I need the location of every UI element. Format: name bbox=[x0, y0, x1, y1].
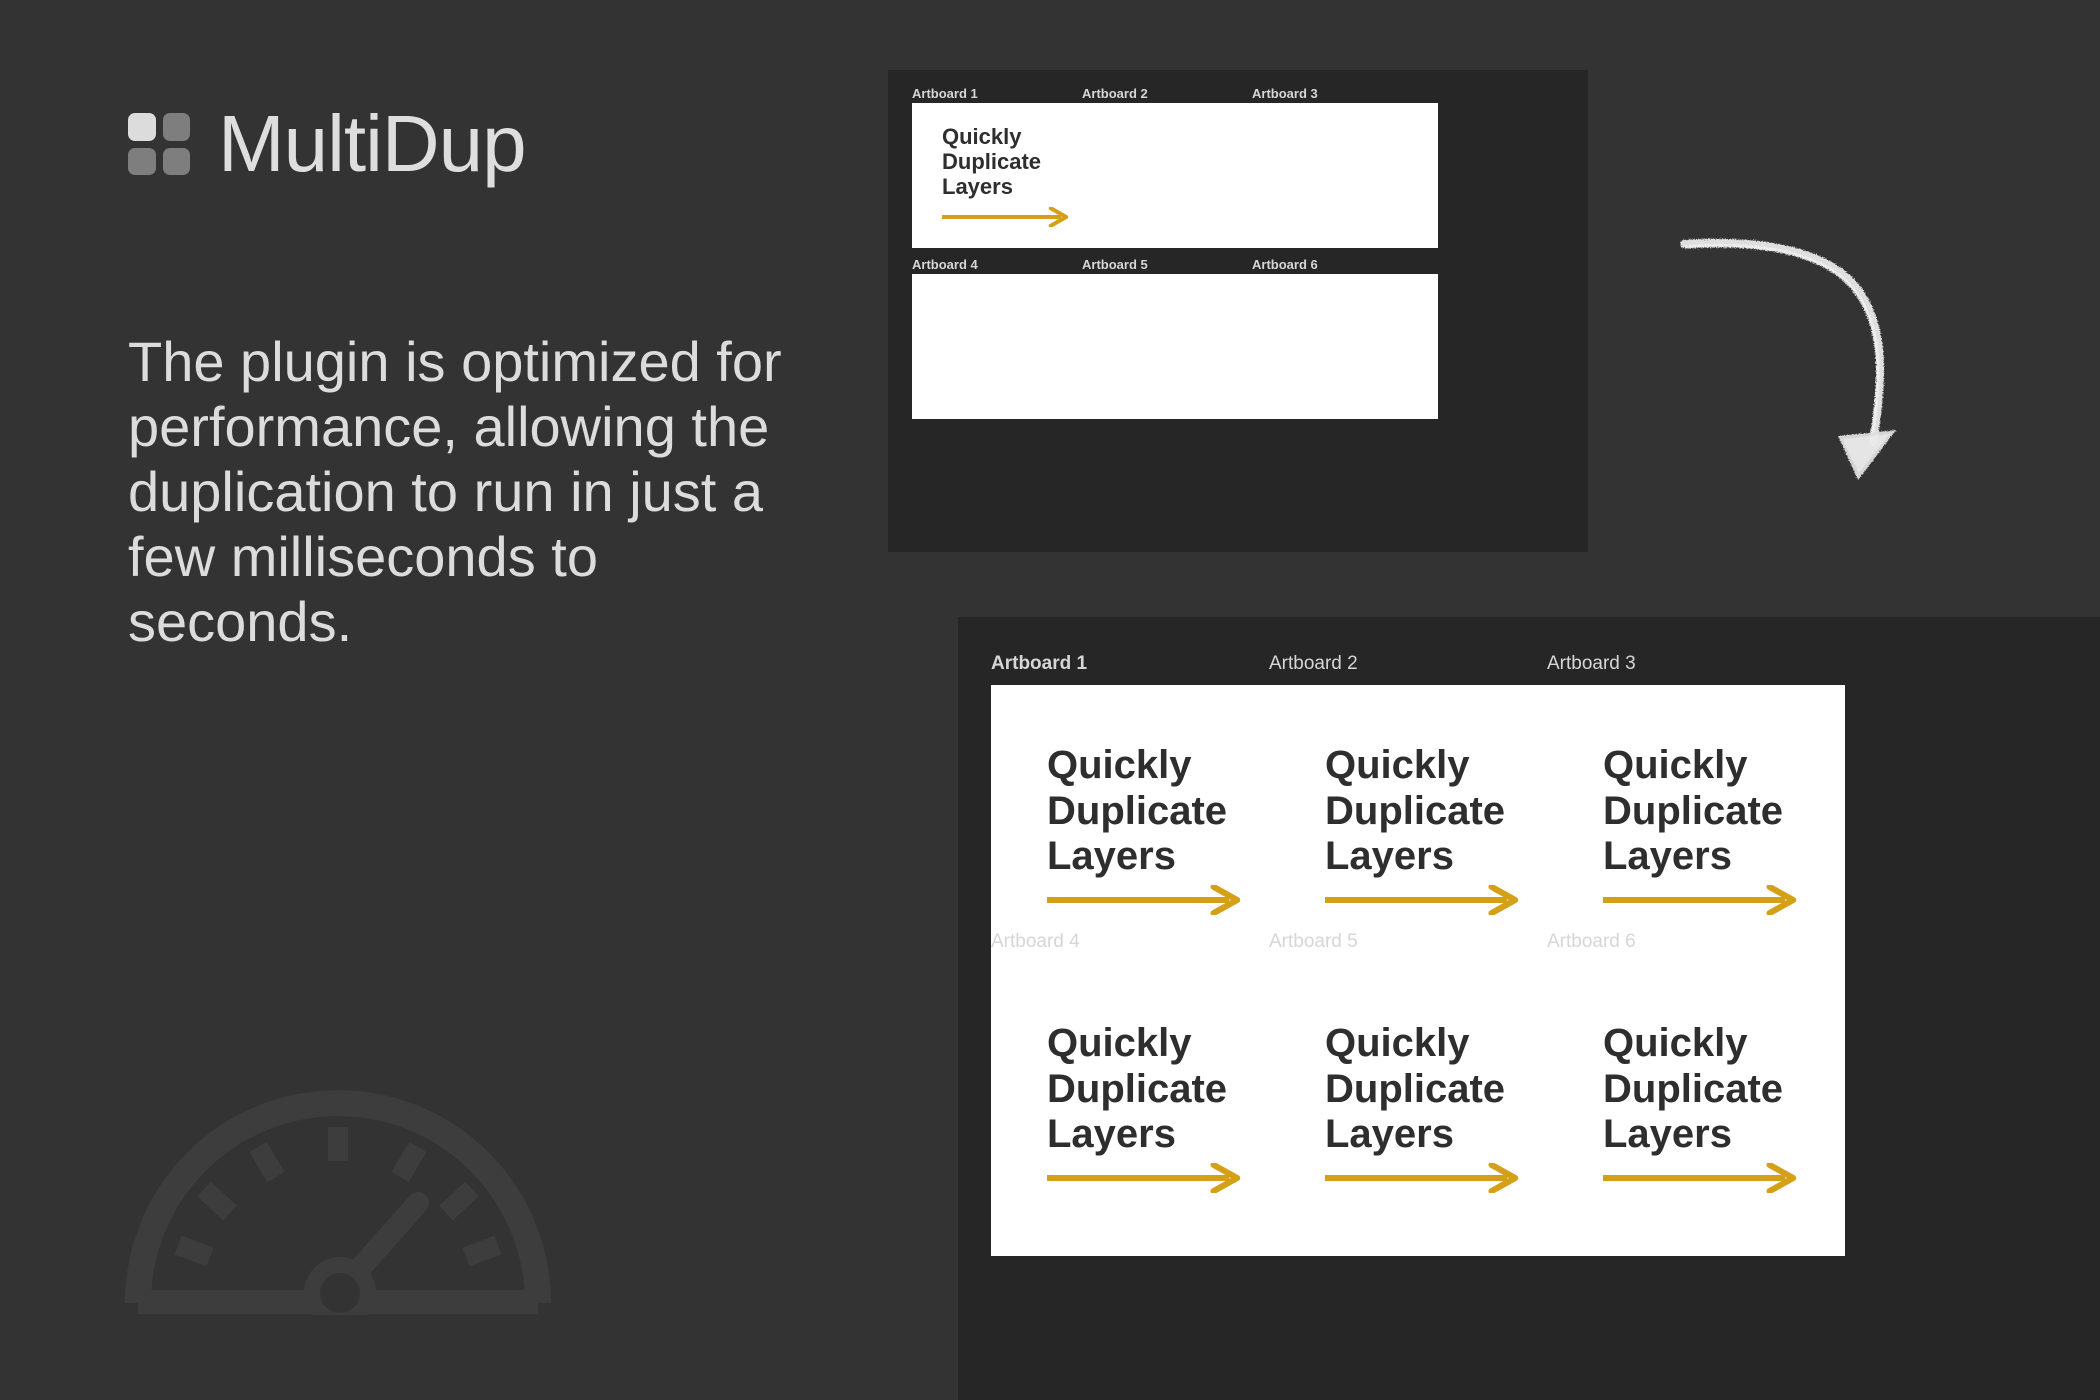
artboard-label: Artboard 5 bbox=[1082, 257, 1148, 272]
left-content-column: MultiDup The plugin is optimized for per… bbox=[0, 0, 900, 1400]
arrow-right-icon bbox=[1325, 883, 1521, 917]
artboard-canvas[interactable]: Quickly Duplicate Layers bbox=[1269, 963, 1567, 1256]
artboard-canvas[interactable]: Quickly Duplicate Layers bbox=[912, 103, 1098, 248]
artboard-canvas[interactable] bbox=[912, 274, 1098, 419]
artboard-label: Artboard 6 bbox=[1547, 931, 1636, 952]
artboard-cell[interactable]: Artboard 6 Quickly Duplicate Layers bbox=[1547, 931, 1845, 1256]
artboard-headline: Quickly Duplicate Layers bbox=[1603, 1021, 1784, 1157]
logo-cell-bottom-right bbox=[162, 147, 190, 175]
slide-canvas: MultiDup The plugin is optimized for per… bbox=[0, 0, 2100, 1400]
arrow-right-icon bbox=[1047, 1161, 1243, 1195]
artboard-label: Artboard 4 bbox=[912, 257, 978, 272]
speedometer-icon bbox=[118, 1085, 558, 1329]
curved-sketch-arrow-icon bbox=[1680, 228, 1980, 518]
artboard-cell[interactable]: Artboard 2 bbox=[1082, 86, 1268, 248]
artboard-cell[interactable]: Artboard 2 Quickly Duplicate Layers bbox=[1269, 653, 1567, 978]
artboard-cell[interactable]: Artboard 5 Quickly Duplicate Layers bbox=[1269, 931, 1567, 1256]
artboard-cell[interactable]: Artboard 4 bbox=[912, 257, 1098, 419]
artboard-cell[interactable]: Artboard 3 Quickly Duplicate Layers bbox=[1547, 653, 1845, 978]
artboard-canvas[interactable]: Quickly Duplicate Layers bbox=[991, 963, 1289, 1256]
source-artboards-panel: Artboard 1 Quickly Duplicate Layers Artboa… bbox=[888, 70, 1588, 552]
artboard-headline: Quickly Duplicate Layers bbox=[1603, 743, 1784, 879]
logo-cell-bottom-left bbox=[128, 147, 156, 175]
arrow-right-icon bbox=[942, 206, 1070, 228]
logo-cell-top-left bbox=[128, 113, 156, 141]
intro-paragraph: The plugin is optimized for performance,… bbox=[128, 330, 782, 653]
artboard-headline: Quickly Duplicate Layers bbox=[1047, 1021, 1228, 1157]
arrow-right-icon bbox=[1603, 883, 1799, 917]
brand-lockup: MultiDup bbox=[128, 99, 527, 188]
artboard-canvas[interactable] bbox=[1082, 274, 1268, 419]
artboard-headline: Quickly Duplicate Layers bbox=[1325, 743, 1506, 879]
artboard-headline: Quickly Duplicate Layers bbox=[1047, 743, 1228, 879]
logo-cell-top-right bbox=[162, 113, 190, 141]
artboard-label: Artboard 1 bbox=[912, 86, 978, 101]
artboard-canvas[interactable] bbox=[1252, 274, 1438, 419]
artboard-label: Artboard 6 bbox=[1252, 257, 1318, 272]
artboard-headline: Quickly Duplicate Layers bbox=[1325, 1021, 1506, 1157]
artboard-label: Artboard 2 bbox=[1082, 86, 1148, 101]
artboard-cell[interactable]: Artboard 1 Quickly Duplicate Layers bbox=[912, 86, 1098, 248]
artboard-cell[interactable]: Artboard 5 bbox=[1082, 257, 1268, 419]
artboard-canvas[interactable] bbox=[1082, 103, 1268, 248]
artboard-label: Artboard 3 bbox=[1547, 653, 1636, 674]
artboard-label: Artboard 1 bbox=[991, 653, 1088, 674]
artboard-cell[interactable]: Artboard 1 Quickly Duplicate Layers bbox=[991, 653, 1289, 978]
grid-2x2-icon bbox=[128, 113, 190, 175]
page-title: MultiDup bbox=[218, 99, 527, 188]
artboard-cell[interactable]: Artboard 4 Quickly Duplicate Layers bbox=[991, 931, 1289, 1256]
arrow-right-icon bbox=[1325, 1161, 1521, 1195]
artboard-headline: Quickly Duplicate Layers bbox=[942, 124, 1042, 200]
artboard-canvas[interactable]: Quickly Duplicate Layers bbox=[1547, 963, 1845, 1256]
artboard-cell[interactable]: Artboard 3 bbox=[1252, 86, 1438, 248]
duplicated-artboards-panel: Artboard 1 Quickly Duplicate Layers Artboa… bbox=[958, 617, 2100, 1400]
artboard-cell[interactable]: Artboard 6 bbox=[1252, 257, 1438, 419]
arrow-right-icon bbox=[1603, 1161, 1799, 1195]
artboard-label: Artboard 3 bbox=[1252, 86, 1318, 101]
arrow-right-icon bbox=[1047, 883, 1243, 917]
artboard-label: Artboard 5 bbox=[1269, 931, 1358, 952]
artboard-label: Artboard 4 bbox=[991, 931, 1080, 952]
artboard-canvas[interactable] bbox=[1252, 103, 1438, 248]
artboard-label: Artboard 2 bbox=[1269, 653, 1358, 674]
